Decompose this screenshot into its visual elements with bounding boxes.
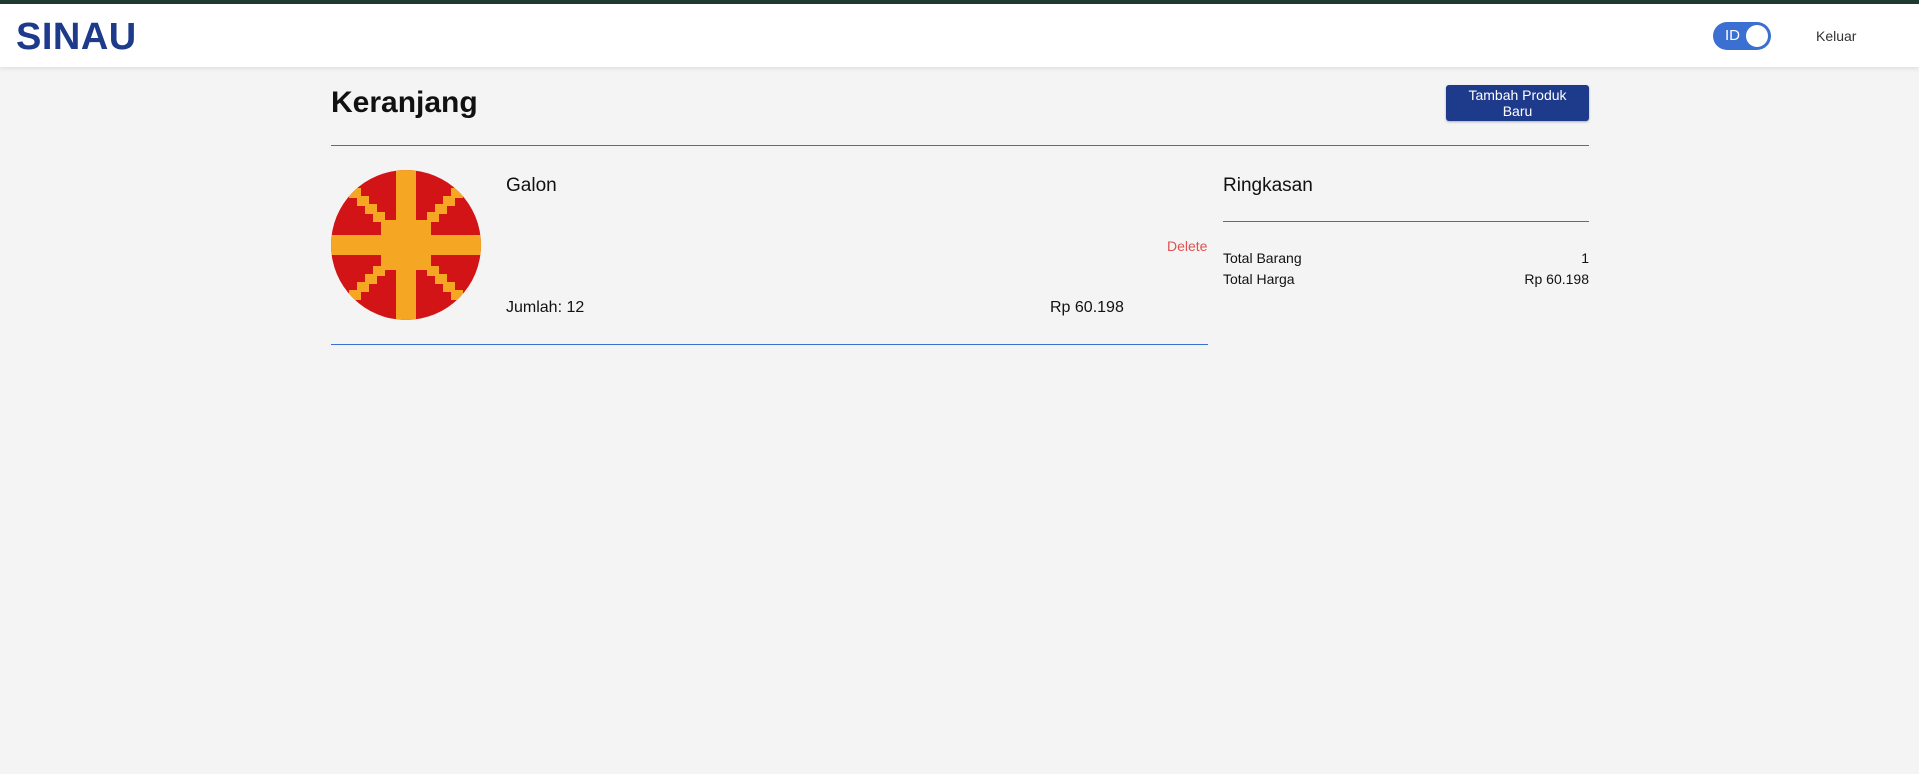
summary-row-total-items: Total Barang 1 <box>1223 250 1589 268</box>
divider <box>1223 221 1589 222</box>
product-image <box>331 170 481 320</box>
item-quantity: Jumlah: 12 <box>506 299 585 316</box>
navbar: SINAU ID Keluar <box>0 4 1919 67</box>
page-title: Keranjang <box>331 86 478 119</box>
language-toggle[interactable]: ID <box>1713 22 1771 50</box>
language-label: ID <box>1725 27 1740 44</box>
divider <box>331 145 1589 146</box>
item-price: Rp 60.198 <box>1050 299 1124 316</box>
summary-label: Total Barang <box>1223 250 1302 266</box>
app-logo[interactable]: SINAU <box>16 16 137 59</box>
summary-value: 1 <box>1581 250 1589 266</box>
summary-title: Ringkasan <box>1223 175 1313 196</box>
logout-link[interactable]: Keluar <box>1816 28 1856 44</box>
delete-item-link[interactable]: Delete <box>1167 238 1207 254</box>
item-name: Galon <box>506 175 557 196</box>
add-product-button[interactable]: Tambah Produk Baru <box>1446 85 1589 121</box>
toggle-knob <box>1746 25 1768 47</box>
summary-row-total-price: Total Harga Rp 60.198 <box>1223 271 1589 289</box>
summary-value: Rp 60.198 <box>1524 271 1589 287</box>
divider <box>331 344 1208 345</box>
summary-label: Total Harga <box>1223 271 1295 287</box>
